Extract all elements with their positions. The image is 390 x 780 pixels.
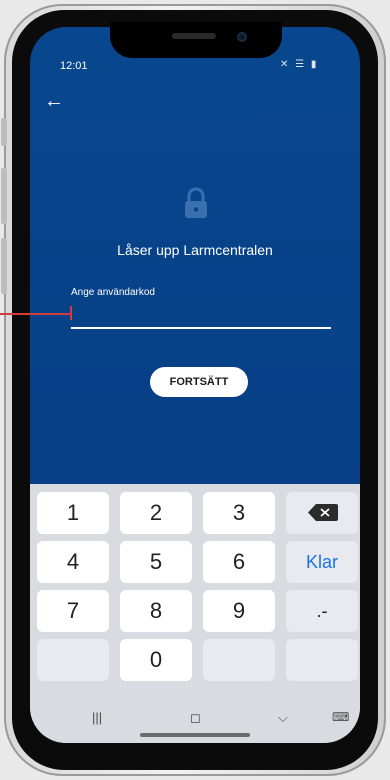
blank-key bbox=[203, 639, 275, 681]
comma-key[interactable] bbox=[286, 639, 358, 681]
notch bbox=[110, 22, 282, 58]
home-indicator bbox=[140, 733, 250, 737]
continue-button[interactable]: FORTSÄTT bbox=[150, 367, 248, 397]
key-1[interactable]: 1 bbox=[37, 492, 109, 534]
user-code-label: Ange användarkod bbox=[71, 287, 155, 298]
recents-icon[interactable]: ||| bbox=[92, 710, 102, 725]
front-camera bbox=[237, 32, 247, 42]
key-5[interactable]: 5 bbox=[120, 541, 192, 583]
key-2[interactable]: 2 bbox=[120, 492, 192, 534]
key-6[interactable]: 6 bbox=[203, 541, 275, 583]
annotation-pointer-tick bbox=[70, 306, 72, 320]
app-screen: 12:01 ✕ ☰ ▮ ← Låser upp Larmcentralen An… bbox=[30, 27, 360, 743]
user-code-input[interactable] bbox=[71, 303, 331, 329]
annotation-pointer-line bbox=[0, 313, 72, 315]
volume-up-button bbox=[1, 168, 7, 224]
status-time: 12:01 bbox=[60, 60, 88, 72]
done-key[interactable]: Klar bbox=[286, 541, 358, 583]
back-arrow-icon[interactable]: ← bbox=[44, 91, 64, 111]
page-title: Låser upp Larmcentralen bbox=[117, 242, 273, 258]
backspace-key[interactable] bbox=[286, 492, 358, 534]
navigation-bar: ||| ◻ ⌵ ⌨ bbox=[30, 700, 360, 743]
volume-down-button bbox=[1, 238, 7, 294]
key-3[interactable]: 3 bbox=[203, 492, 275, 534]
key-9[interactable]: 9 bbox=[203, 590, 275, 632]
speaker-grille bbox=[172, 33, 216, 39]
symbols-key[interactable]: .- bbox=[286, 590, 358, 632]
lock-icon bbox=[185, 187, 207, 218]
key-0[interactable]: 0 bbox=[120, 639, 192, 681]
key-8[interactable]: 8 bbox=[120, 590, 192, 632]
backspace-icon bbox=[308, 504, 338, 521]
blank-key bbox=[37, 639, 109, 681]
keyboard-icon[interactable]: ⌨ bbox=[332, 710, 349, 724]
hide-keyboard-icon[interactable]: ⌵ bbox=[278, 710, 288, 726]
key-4[interactable]: 4 bbox=[37, 541, 109, 583]
key-7[interactable]: 7 bbox=[37, 590, 109, 632]
home-icon[interactable]: ◻ bbox=[190, 710, 201, 726]
status-icons: ✕ ☰ ▮ bbox=[280, 59, 319, 70]
side-button bbox=[1, 118, 7, 146]
